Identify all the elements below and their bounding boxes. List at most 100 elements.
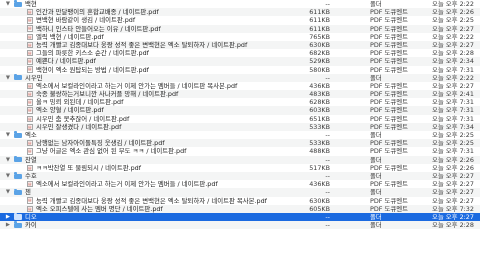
item-size: 488KB [309,147,330,156]
disclosure-expanded-icon[interactable]: ▼ [4,74,12,82]
file-row[interactable]: ▤ 백현이 엑소 원탑되는 방법 / 네이트판.pdf 580KB PDF 도큐멘트 오… [0,66,480,74]
folder-row[interactable]: ▼ 수호 -- 폴더 오늘 오후 2:27 [0,171,480,181]
item-kind: PDF 도큐멘트 [370,106,408,115]
item-name: 엘릭 백현 / 네이트판.pdf [36,32,104,41]
disclosure-expanded-icon[interactable]: ▼ [4,172,12,180]
file-row[interactable]: ▤ 엑소 오피스텔에 사는 멤버 명단 / 네이트판.pdf 605KB PDF 도큐… [0,204,480,213]
disclosure-expanded-icon[interactable]: ▼ [4,0,12,8]
item-date: 오늘 오후 7:31 [432,147,474,156]
item-size: 765KB [309,32,330,41]
item-date: 오늘 오후 2:27 [432,81,474,90]
file-row[interactable]: ▤ 백하니 인스타 안들어오는 이유 / 네이트판.pdf 611KB PDF 도큐멘… [0,24,480,33]
item-date: 오늘 오후 2:26 [432,8,474,17]
file-list: ▼ 백현 -- 폴더 오늘 오후 2:22 ▤ 인간과 만달팽이의 혼합교배종 / 네이트판… [0,0,480,269]
item-size: -- [325,73,330,82]
file-row[interactable]: ▤ 시우민 춤 못추잖어 / 네이트판.pdf 651KB PDF 도큐멘트 오늘 오후… [0,115,480,123]
pdf-file-icon: ▤ [27,148,33,155]
item-kind: PDF 도큐멘트 [370,57,408,66]
item-kind: 폴더 [370,212,382,221]
item-name: 백현이 엑소 원탑되는 방법 / 네이트판.pdf [36,65,149,74]
item-date: 오늘 오후 2:41 [432,90,474,99]
item-date: 오늘 오후 2:28 [432,49,474,58]
pdf-file-icon: ▤ [27,164,33,172]
file-row[interactable]: ▤ 엘릭 백현 / 네이트판.pdf 765KB PDF 도큐멘트 오늘 오후 2:22 [0,33,480,41]
file-row[interactable]: ▤ 인간과 만달팽이의 혼합교배종 / 네이트판.pdf 611KB PDF 도큐멘트… [0,8,480,17]
item-name: 엑소 [25,131,37,139]
item-date: 오늘 오후 2:26 [432,155,474,164]
item-size: 580KB [309,65,330,74]
pdf-file-icon: ▤ [27,33,33,41]
item-date: 오늘 오후 2:27 [432,171,474,180]
file-row[interactable]: ▤ 엑소에서 보컬라인이라고 하는거 이제 안가는 멤버들 / 네이트판 복사본.… [0,82,480,90]
folder-row[interactable]: ▼ 첸 -- 폴더 오늘 오후 2:27 [0,188,480,197]
item-kind: 폴더 [370,188,382,197]
item-date: 오늘 오후 2:27 [432,188,474,197]
item-kind: PDF 도큐멘트 [370,122,408,131]
item-date: 오늘 오후 2:27 [432,196,474,205]
item-size: 436KB [309,180,330,189]
item-kind: PDF 도큐멘트 [370,16,408,25]
item-date: 오늘 오후 7:31 [432,65,474,74]
item-name: 수호 [25,171,37,180]
disclosure-collapsed-icon[interactable]: ▶ [4,213,12,221]
file-row[interactable]: ▤ 엑소에서 보컬라인이라고 하는거 이제 안가는 멤버들 / 네이트판.pdf 4… [0,180,480,188]
folder-icon [14,155,22,163]
item-date: 오늘 오후 2:22 [432,32,474,41]
item-date: 오늘 오후 2:27 [432,212,474,221]
item-size: 611KB [309,24,330,33]
file-row[interactable]: ▤ 그냥 어글은 엑소 관심 없어 된 무도 ㅋㅋ / 네이트판.pdf 488KB… [0,147,480,155]
folder-row[interactable]: ▶ 디오 -- 폴더 오늘 오후 2:27 [0,212,480,222]
item-size: -- [325,221,330,230]
pdf-file-icon: ▤ [27,107,33,114]
item-size: 611KB [309,16,330,25]
item-kind: 폴더 [370,221,382,230]
item-kind: PDF 도큐멘트 [370,204,408,213]
item-name: 엑소에서 보컬라인이라고 하는거 이제 안가는 멤버들 / 네이트판 복사본.p… [36,81,238,90]
disclosure-expanded-icon[interactable]: ▼ [4,156,12,164]
file-row[interactable]: ▤ 변백현 바람같이 생김 / 네이트판.pdf 611KB PDF 도큐멘트 오늘 오… [0,16,480,24]
folder-row[interactable]: ▼ 시우민 -- 폴더 오늘 오후 2:22 [0,73,480,82]
disclosure-collapsed-icon[interactable]: ▶ [4,221,12,229]
item-size: 517KB [309,163,330,172]
folder-icon [14,172,22,179]
pdf-file-icon: ▤ [27,123,33,131]
file-row[interactable]: ▤ 엑소 양혈 / 네이트판.pdf 603KB PDF 도큐멘트 오늘 오후 7:31 [0,106,480,115]
item-kind: PDF 도큐멘트 [370,32,408,41]
item-kind: PDF 도큐멘트 [370,81,408,90]
pdf-file-icon: ▤ [27,197,33,204]
item-date: 오늘 오후 2:26 [432,163,474,172]
item-kind: 폴더 [370,73,382,82]
disclosure-expanded-icon[interactable]: ▼ [4,188,12,196]
file-row[interactable]: ▤ 남행없는 남자아이돌특징 웃생김 / 네이트판.pdf 533KB PDF 도큐멘… [0,139,480,148]
item-kind: 폴더 [370,171,382,180]
file-row[interactable]: ▤ ㅋㅋ박찬열 또 물림되시 / 네이트판.pdf 517KB PDF 도큐멘트 오늘 … [0,164,480,172]
file-row[interactable]: ▤ 시우민 잘생겼다 / 네이트판.pdf 533KB PDF 도큐멘트 오늘 오후 7… [0,122,480,131]
item-name: 올ㅋ 밍뢰 외된데 / 네이트판.pdf [36,98,124,107]
item-name: 엑소에서 보컬라인이라고 하는거 이제 안가는 멤버들 / 네이트판.pdf [36,180,218,189]
item-kind: 폴더 [370,155,382,164]
item-name: 첸 [25,188,31,197]
item-size: -- [325,212,330,221]
file-row[interactable]: ▤ 숙종 불쌍하는거보니깐 사나커플 망해 / 네이트판.pdf 483KB PDF … [0,90,480,99]
item-name: 인간과 만달팽이의 혼합교배종 / 네이트판.pdf [36,8,159,17]
file-row[interactable]: ▤ 그들의 파릇한 키스소 순간 / 네이트판.pdf 682KB PDF 도큐멘트 오… [0,49,480,57]
item-size: 603KB [309,106,330,115]
item-date: 오늘 오후 7:31 [432,114,474,123]
pdf-file-icon: ▤ [27,25,33,32]
file-row[interactable]: ▤ 예쁜다 / 네이트판.pdf 529KB PDF 도큐멘트 오늘 오후 2:34 [0,57,480,66]
file-row[interactable]: ▤ 능력 개빨고 김종대보다 웅짱 성적 좋은 변백현은 엑소 탈퇴하자 / 네이… [0,40,480,50]
folder-row[interactable]: ▶ 카이 -- 폴더 오늘 오후 2:28 [0,221,480,230]
item-name: 능력 개빨고 김종대보다 웅짱 성적 좋은 변백현은 엑소 탈퇴하자 / 네이트… [36,40,248,49]
pdf-file-icon: ▤ [27,205,33,212]
folder-row[interactable]: ▼ 찬열 -- 폴더 오늘 오후 2:26 [0,155,480,164]
disclosure-expanded-icon[interactable]: ▼ [4,131,12,139]
item-kind: PDF 도큐멘트 [370,40,408,49]
item-name: 예쁜다 / 네이트판.pdf [36,57,96,66]
pdf-file-icon: ▤ [27,58,33,65]
item-size: 611KB [309,8,330,17]
folder-row[interactable]: ▼ 백현 -- 폴더 오늘 오후 2:22 [0,0,480,8]
item-kind: PDF 도큐멘트 [370,24,408,33]
file-row[interactable]: ▤ 올ㅋ 밍뢰 외된데 / 네이트판.pdf 628KB PDF 도큐멘트 오늘 오후 … [0,98,480,106]
file-row[interactable]: ▤ 능력 개빨고 김종대보다 웅짱 성적 좋은 변백현은 엑소 탈퇴하자 / 네이… [0,197,480,205]
folder-row[interactable]: ▼ 엑소 -- 폴더 오늘 오후 2:25 [0,131,480,139]
